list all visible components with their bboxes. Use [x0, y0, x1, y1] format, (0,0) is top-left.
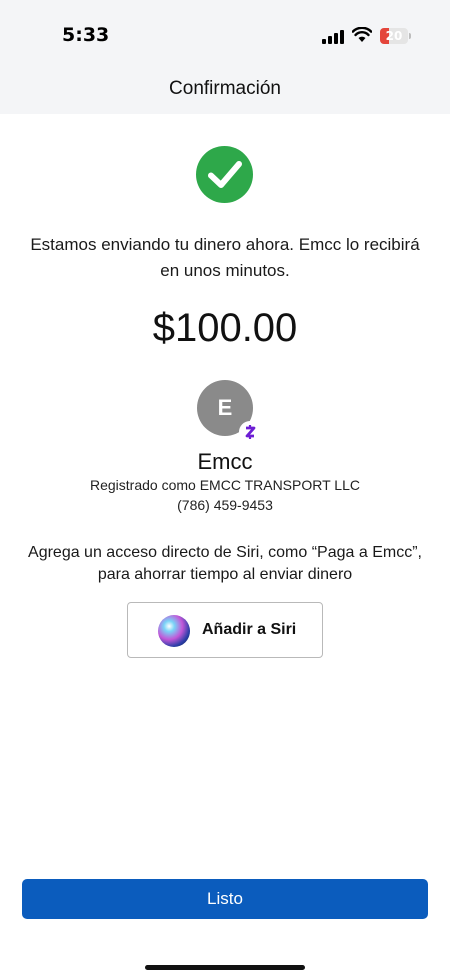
recipient-registered-name: Registrado como EMCC TRANSPORT LLC	[90, 477, 360, 493]
status-bar: 5:33 20	[0, 0, 450, 62]
siri-icon	[158, 615, 190, 647]
zelle-z-icon	[245, 425, 256, 439]
amount-sent: $100.00	[152, 306, 298, 350]
recipient-name: Emcc	[197, 449, 253, 474]
signal-icon	[322, 30, 344, 44]
battery-icon: 20	[380, 28, 408, 44]
add-to-siri-button[interactable]: Añadir a Siri	[127, 602, 323, 658]
battery-level-text: 20	[385, 29, 403, 43]
add-to-siri-label: Añadir a Siri	[202, 621, 297, 638]
check-circle-icon	[196, 146, 253, 203]
confirmation-message: Estamos enviando tu dinero ahora. Emcc l…	[30, 235, 420, 280]
recipient-phone: (786) 459-9453	[177, 497, 273, 513]
siri-shortcut-description: Agrega un acceso directo de Siri, como “…	[28, 544, 422, 583]
page-title: Confirmación	[169, 78, 281, 99]
status-time: 5:33	[62, 24, 110, 46]
battery-tip	[409, 33, 411, 39]
home-indicator[interactable]	[145, 965, 305, 970]
wifi-icon	[352, 27, 372, 42]
zelle-badge-icon	[239, 421, 261, 443]
done-button[interactable]: Listo	[22, 879, 428, 919]
